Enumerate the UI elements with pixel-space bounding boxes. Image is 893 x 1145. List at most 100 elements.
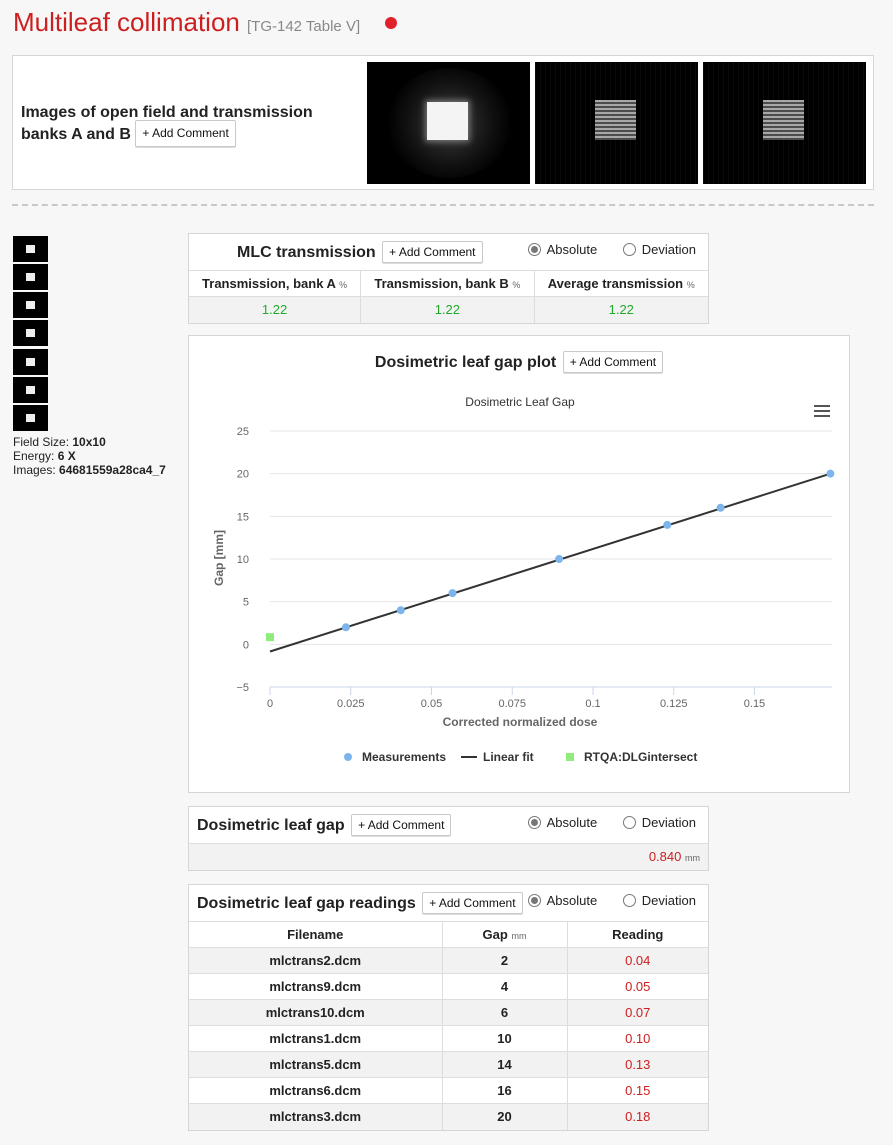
x-tick-label: 0.125 [660,698,688,710]
image-thumbnail[interactable] [13,377,48,403]
gap-cell: 16 [442,1077,568,1104]
field-info: Field Size: 10x10 Energy: 6 X Images: 64… [13,435,166,477]
absolute-option[interactable]: Absolute [527,893,597,908]
y-tick-label: 10 [237,554,249,566]
dlg-chart: Dosimetric Leaf Gap 25 20 15 10 5 0 −5 0 0.025 0… [212,395,835,764]
linear-fit-line [269,472,831,653]
reading-cell: 0.04 [567,947,708,974]
image-thumbnail[interactable] [13,405,48,431]
mode-toggle: Absolute Deviation [527,242,696,257]
open-field-image[interactable] [367,62,530,184]
measurement-point[interactable] [396,606,405,615]
table-reference: [TG-142 Table V] [247,18,361,35]
dlg-intersect-point[interactable] [266,633,274,642]
column-header: Transmission, bank A % [189,270,362,297]
deviation-option[interactable]: Deviation [622,893,696,908]
image-thumbnail[interactable] [13,349,48,375]
table-row: mlctrans10.dcm 6 0.07 [189,999,708,1026]
measurement-point[interactable] [555,555,564,563]
gap-cell: 4 [442,973,568,1000]
gap-cell: 6 [442,999,568,1026]
image-thumbnail[interactable] [13,264,48,290]
chart-title: Dosimetric Leaf Gap [465,395,575,409]
deviation-radio[interactable] [622,816,636,829]
deviation-radio[interactable] [622,243,636,256]
bank-a-image[interactable] [535,62,698,184]
deviation-radio[interactable] [622,894,636,907]
measurement-point[interactable] [716,503,725,512]
y-tick-label: 15 [237,511,249,523]
energy-label: Energy: [13,449,55,463]
reading-cell: 0.18 [567,1103,708,1130]
images-panel-title: Images of open field and transmission ba… [21,103,351,149]
mode-toggle: Absolute Deviation [527,815,696,830]
y-tick-label: 0 [243,639,249,651]
absolute-radio[interactable] [527,243,541,256]
legend-marker [566,753,574,761]
legend-item[interactable]: RTQA:DLGintersect [566,750,697,764]
images-label: Images: [13,463,56,477]
deviation-label: Deviation [641,242,696,257]
mlc-transmission-title: MLC transmission [237,244,376,261]
dlg-chart-panel: Dosimetric leaf gap plot + Add Comment D… [188,335,850,793]
images-value: 64681559a28ca4_7 [59,463,166,477]
column-header: Gap mm [442,921,568,948]
measurement-point[interactable] [826,469,835,478]
absolute-label: Absolute [546,242,598,257]
status-indicator [385,17,397,29]
table-row: mlctrans2.dcm 2 0.04 [189,947,708,974]
measurement-point[interactable] [663,520,672,529]
mode-toggle: Absolute Deviation [527,893,696,908]
reading-cell: 0.07 [567,999,708,1026]
absolute-radio[interactable] [527,816,541,829]
column-header: Reading [567,921,708,948]
add-comment-button[interactable]: + Add Comment [382,241,483,263]
absolute-label: Absolute [546,815,598,830]
absolute-option[interactable]: Absolute [527,815,598,830]
table-row: mlctrans5.dcm 14 0.13 [189,1051,708,1078]
deviation-option[interactable]: Deviation [622,242,696,257]
section-divider [12,204,874,206]
x-tick-label: 0.05 [421,698,442,710]
dlg-value: 0.840 [648,849,682,865]
table-row: mlctrans1.dcm 10 0.10 [189,1025,708,1052]
bank-b-image[interactable] [703,62,866,184]
deviation-option[interactable]: Deviation [622,815,696,830]
gap-cell: 14 [442,1051,568,1078]
x-tick-label: 0.15 [744,698,765,710]
add-comment-button[interactable]: + Add Comment [135,120,236,147]
add-comment-button[interactable]: + Add Comment [351,814,452,836]
deviation-label: Deviation [641,893,696,908]
dlg-readings-panel: Dosimetric leaf gap readings + Add Comme… [188,884,709,1131]
mlc-transmission-table: Transmission, bank A % Transmission, ban… [189,270,708,323]
absolute-option[interactable]: Absolute [527,242,598,257]
images-panel: Images of open field and transmission ba… [12,55,874,190]
mlc-transmission-panel: MLC transmission + Add Comment Absolute … [188,233,709,324]
y-axis-label: Gap [mm] [212,530,226,586]
filename-cell: mlctrans9.dcm [189,973,443,1000]
image-thumbnail[interactable] [13,292,48,318]
legend-item[interactable]: Measurements [344,750,446,764]
add-comment-button[interactable]: + Add Comment [422,892,523,914]
measurement-point[interactable] [448,589,457,598]
legend-label: Measurements [362,750,446,764]
energy-value: 6 X [57,449,76,463]
dlg-panel: Dosimetric leaf gap + Add Comment Absolu… [188,806,709,871]
reading-cell: 0.10 [567,1025,708,1052]
x-tick-label: 0 [267,698,273,710]
dlg-readings-title: Dosimetric leaf gap readings [197,895,416,912]
field-size-value: 10x10 [72,435,106,449]
measurement-point[interactable] [341,623,350,632]
image-thumbnail[interactable] [13,320,48,346]
average-value: 1.22 [534,296,708,323]
column-header: Average transmission % [534,270,708,297]
x-tick-label: 0.075 [498,698,526,710]
table-row: mlctrans3.dcm 20 0.18 [189,1103,708,1130]
dlg-readings-table: Filename Gap mm Reading mlctrans2.dcm 2 0.… [189,921,708,1130]
gap-cell: 20 [442,1103,568,1130]
absolute-radio[interactable] [527,894,541,907]
legend-item[interactable]: Linear fit [461,750,534,764]
hamburger-menu-icon[interactable] [813,403,831,419]
image-thumbnail[interactable] [13,236,48,262]
page-title: Multileaf collimation [13,7,240,37]
